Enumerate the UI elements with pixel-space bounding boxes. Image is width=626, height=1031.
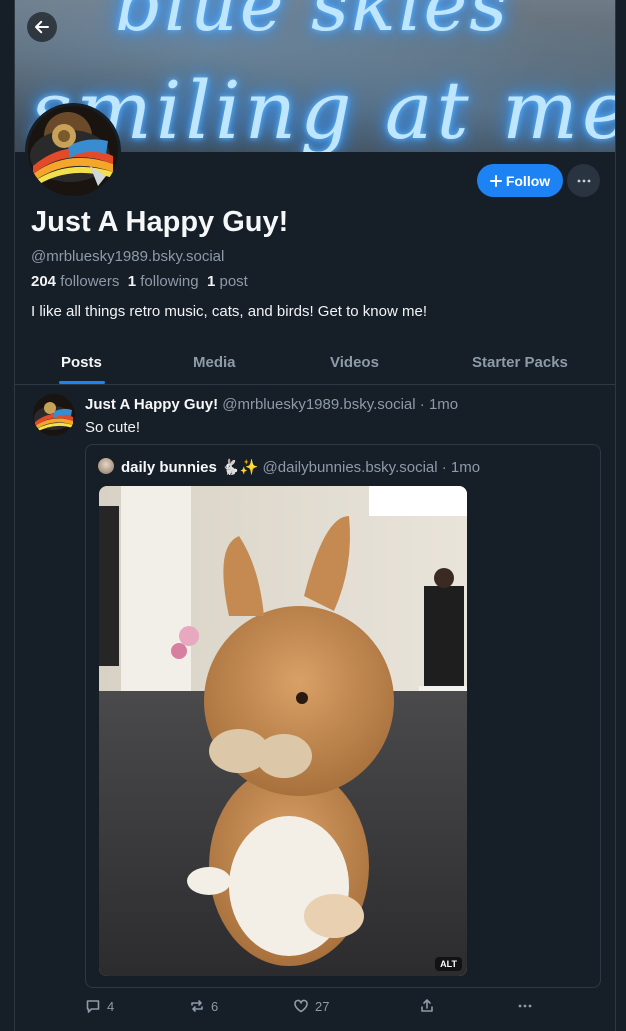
like-button[interactable]: 27 [293,998,329,1014]
profile-tabs: Posts Media Videos Starter Packs [15,340,615,385]
followers-link[interactable]: 204 followers [31,273,119,290]
bunny-photo[interactable]: ALT [99,486,467,976]
profile-stats: 204 followers 1 following 1 post [31,273,248,290]
following-link[interactable]: 1 following [128,273,199,290]
tab-posts[interactable]: Posts [61,354,102,371]
quoted-post-header: daily bunnies 🐇✨ @dailybunnies.bsky.soci… [121,458,480,476]
followers-label: followers [60,273,120,290]
repost-button[interactable]: 6 [189,998,218,1014]
tab-starter-packs[interactable]: Starter Packs [472,354,568,371]
bunny-image [99,486,467,976]
posts-label: post [219,273,248,290]
active-tab-indicator [59,381,105,384]
heart-icon [294,999,308,1013]
following-count: 1 [127,273,137,290]
follow-button[interactable]: Follow [477,164,563,197]
banner-neon-text-1: blue skies [115,0,510,48]
quoted-author-name[interactable]: daily bunnies 🐇✨ [121,459,258,476]
arrow-left-icon [35,20,49,34]
ellipsis-icon [518,1004,532,1008]
profile-more-button[interactable] [567,164,600,197]
reply-icon [86,1000,100,1013]
post-actions: 4 6 27 [85,998,605,1020]
following-label: following [140,273,199,290]
like-count: 27 [315,998,330,1014]
post-text: So cute! [85,419,141,436]
back-button[interactable] [27,12,57,42]
alt-badge[interactable]: ALT [435,957,462,971]
posts-count: 1 [206,273,216,290]
followers-count: 204 [31,273,57,290]
profile-handle: @mrbluesky1989.bsky.social [31,248,225,265]
tab-videos[interactable]: Videos [330,354,379,371]
ellipsis-icon [577,179,590,182]
profile-avatar[interactable] [25,103,121,199]
post-author-name[interactable]: Just A Happy Guy! [85,396,218,413]
follow-button-label: Follow [505,172,551,189]
repost-icon [191,1000,203,1012]
tab-media[interactable]: Media [193,354,236,371]
profile-display-name: Just A Happy Guy! [31,206,289,238]
post-header: Just A Happy Guy! @mrbluesky1989.bsky.so… [85,396,458,413]
quoted-author-handle[interactable]: @dailybunnies.bsky.social [263,459,438,476]
profile-screen: blue skies smiling at me Follow Just A H… [14,0,616,1031]
plus-icon [489,174,502,187]
post-avatar-image [33,394,75,436]
quoted-author-avatar[interactable] [98,458,114,474]
reply-count: 4 [107,998,115,1014]
quoted-post[interactable]: daily bunnies 🐇✨ @dailybunnies.bsky.soci… [85,444,601,988]
post-timestamp[interactable]: · 1mo [420,396,458,413]
profile-bio: I like all things retro music, cats, and… [31,303,427,320]
reply-button[interactable]: 4 [85,998,114,1014]
post-more-button[interactable] [517,998,533,1014]
avatar-image [28,106,118,196]
repost-count: 6 [211,998,219,1014]
post-author-handle[interactable]: @mrbluesky1989.bsky.social [222,396,415,413]
share-button[interactable] [419,998,435,1014]
post-author-avatar[interactable] [33,394,75,436]
quoted-timestamp[interactable]: · 1mo [442,459,480,476]
share-icon [421,999,433,1012]
